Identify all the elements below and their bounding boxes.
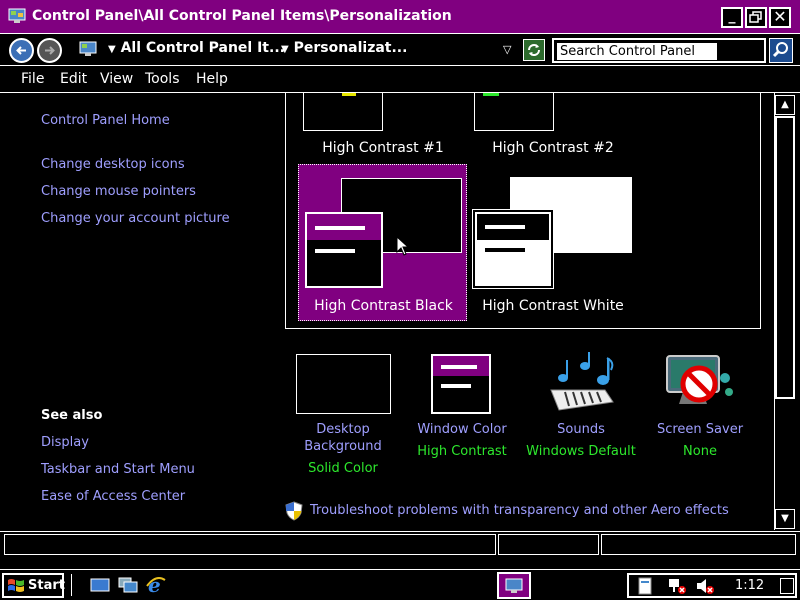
maximize-button[interactable] [745, 7, 767, 28]
control-panel-icon [505, 578, 523, 593]
windows-logo-icon [8, 579, 24, 592]
address-toolbar: ▼ All Control Panel It... ▼ Personalizat… [0, 34, 800, 66]
chevron-down-icon[interactable]: ▼ [281, 44, 289, 55]
scroll-up-button[interactable]: ▲ [775, 95, 795, 115]
theme-thumbnail-front [472, 209, 554, 289]
taskbar-separator [71, 574, 73, 596]
menu-file[interactable]: File [21, 71, 44, 87]
see-also-heading: See also [41, 408, 103, 423]
screen-saver-value: None [683, 444, 717, 459]
window-color-thumbnail[interactable] [431, 354, 491, 414]
search-button[interactable] [769, 38, 793, 63]
menu-bar: File Edit View Tools Help [0, 67, 800, 93]
show-desktop-icon[interactable] [90, 576, 110, 594]
theme-thumbnail [474, 93, 554, 131]
clock[interactable]: 1:12 [735, 578, 764, 593]
taskbar-start-menu-link[interactable]: Taskbar and Start Menu [41, 462, 195, 477]
window-color-value: High Contrast [417, 444, 507, 459]
window-title: Control Panel\All Control Panel Items\Pe… [32, 8, 452, 24]
menu-view[interactable]: View [100, 71, 133, 87]
control-panel-home-link[interactable]: Control Panel Home [41, 113, 170, 128]
menu-tools[interactable]: Tools [145, 71, 180, 87]
sounds-value: Windows Default [526, 444, 636, 459]
desktop-background-link[interactable]: Desktop Background [283, 421, 403, 455]
breadcrumb-personalization[interactable]: ▼ Personalizat... [281, 40, 407, 56]
theme-item-hc2[interactable] [474, 93, 554, 131]
menu-help[interactable]: Help [196, 71, 228, 87]
theme-item-hc-white[interactable] [472, 177, 634, 292]
change-desktop-icons-link[interactable]: Change desktop icons [41, 157, 185, 172]
screen-saver-link[interactable]: Screen Saver [640, 421, 760, 438]
switch-windows-icon[interactable] [118, 576, 138, 594]
system-tray [627, 573, 797, 598]
search-input[interactable] [557, 43, 717, 60]
theme-label-hc1[interactable]: High Contrast #1 [303, 140, 463, 156]
mouse-cursor-icon [396, 236, 410, 256]
theme-label-hc-black: High Contrast Black [314, 298, 453, 314]
internet-explorer-icon[interactable]: e [145, 573, 167, 597]
control-panel-icon [78, 39, 98, 59]
theme-label-hc-white[interactable]: High Contrast White [473, 298, 633, 314]
search-box[interactable] [552, 38, 766, 63]
refresh-icon [528, 44, 540, 56]
action-center-icon[interactable] [637, 577, 653, 595]
forward-button[interactable] [37, 38, 62, 63]
display-link[interactable]: Display [41, 435, 89, 450]
chevron-down-icon[interactable]: ▼ [108, 44, 116, 55]
control-panel-icon [7, 6, 27, 26]
change-mouse-pointers-link[interactable]: Change mouse pointers [41, 184, 196, 199]
sounds-link[interactable]: Sounds [521, 421, 641, 438]
theme-thumbnail-front [305, 212, 383, 288]
scroll-thumb[interactable] [775, 116, 795, 399]
menu-edit[interactable]: Edit [60, 71, 87, 87]
shield-icon [285, 501, 305, 521]
refresh-button[interactable] [523, 39, 545, 61]
status-panel [601, 534, 796, 555]
volume-muted-icon[interactable] [695, 577, 715, 595]
taskbar-control-panel-window[interactable] [497, 572, 531, 599]
theme-thumbnail [303, 93, 383, 131]
taskbar: Start e 1:12 [0, 569, 800, 600]
theme-label-hc2[interactable]: High Contrast #2 [473, 140, 633, 156]
title-bar[interactable]: Control Panel\All Control Panel Items\Pe… [0, 0, 800, 34]
show-desktop-button[interactable] [780, 578, 794, 594]
status-bar [0, 531, 800, 557]
back-button[interactable] [9, 38, 34, 63]
theme-item-hc1[interactable] [303, 93, 383, 131]
address-dropdown-icon[interactable]: ▽ [503, 43, 511, 56]
status-panel [498, 534, 599, 555]
status-panel [4, 534, 496, 555]
scroll-down-button[interactable]: ▼ [775, 509, 795, 529]
network-icon[interactable] [667, 577, 687, 595]
back-arrow-icon [16, 46, 26, 55]
forward-arrow-icon [45, 46, 55, 55]
window-color-link[interactable]: Window Color [402, 421, 522, 438]
minimize-button[interactable]: _ [721, 7, 743, 28]
ease-of-access-link[interactable]: Ease of Access Center [41, 489, 185, 504]
change-account-picture-link[interactable]: Change your account picture [41, 211, 230, 226]
desktop-background-thumbnail[interactable] [296, 354, 391, 414]
start-button[interactable]: Start [2, 573, 65, 598]
close-button[interactable]: ✕ [769, 7, 791, 28]
screen-saver-icon[interactable] [663, 352, 737, 412]
breadcrumb-all-items[interactable]: ▼ All Control Panel It... [108, 40, 285, 56]
troubleshoot-link[interactable]: Troubleshoot problems with transparency … [310, 503, 729, 518]
search-icon [772, 42, 788, 58]
sounds-icon[interactable] [545, 352, 615, 412]
theme-item-hc-black[interactable]: High Contrast Black [298, 164, 467, 321]
desktop-background-value: Solid Color [308, 461, 378, 476]
